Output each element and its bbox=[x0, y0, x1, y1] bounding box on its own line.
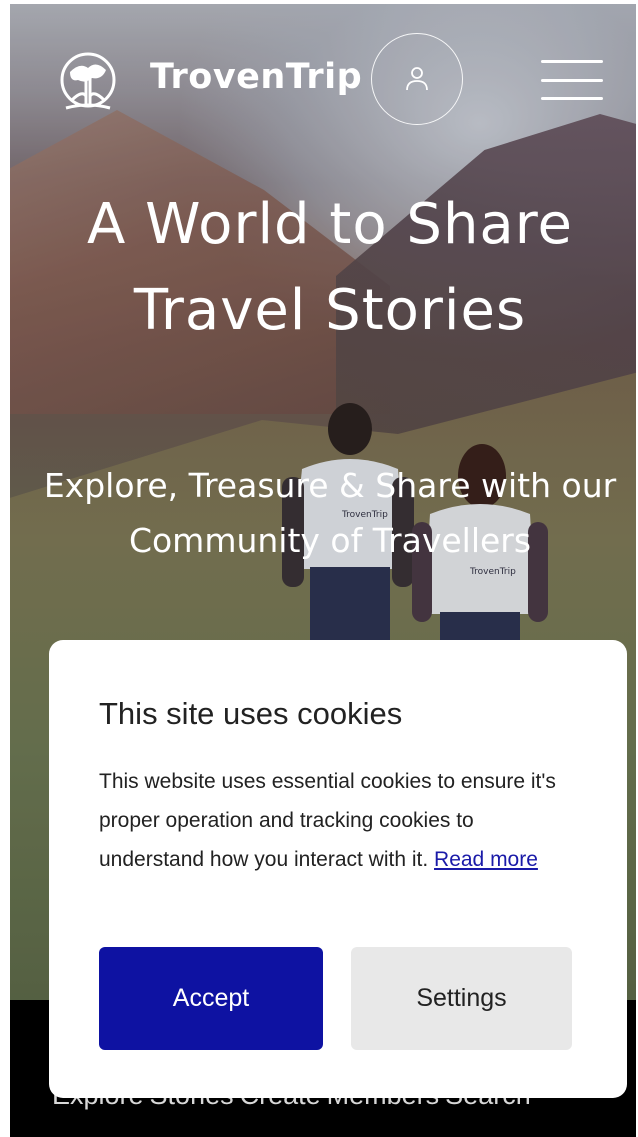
account-button[interactable] bbox=[371, 33, 463, 125]
read-more-link[interactable]: Read more bbox=[434, 848, 538, 871]
accept-button[interactable]: Accept bbox=[99, 947, 323, 1050]
hamburger-menu-button[interactable] bbox=[541, 60, 603, 100]
user-icon bbox=[406, 67, 428, 91]
brand-name[interactable]: TrovenTrip bbox=[150, 52, 362, 102]
cookie-consent-dialog: This site uses cookies This website uses… bbox=[49, 640, 627, 1098]
hero-title: A World to Share Travel Stories bbox=[86, 192, 573, 343]
hero-subtitle: Explore, Treasure & Share with our Commu… bbox=[43, 466, 617, 560]
hamburger-line-icon bbox=[541, 78, 603, 82]
cookie-dialog-title: This site uses cookies bbox=[99, 696, 403, 731]
settings-button[interactable]: Settings bbox=[351, 947, 572, 1050]
cookie-dialog-body: This website uses essential cookies to e… bbox=[99, 762, 579, 879]
page: TrovenTrip TrovenTrip TrovenTrip A World… bbox=[0, 0, 638, 1137]
hamburger-line-icon bbox=[541, 60, 603, 63]
globe-tree-logo-icon[interactable] bbox=[56, 50, 120, 114]
hamburger-line-icon bbox=[541, 97, 603, 100]
